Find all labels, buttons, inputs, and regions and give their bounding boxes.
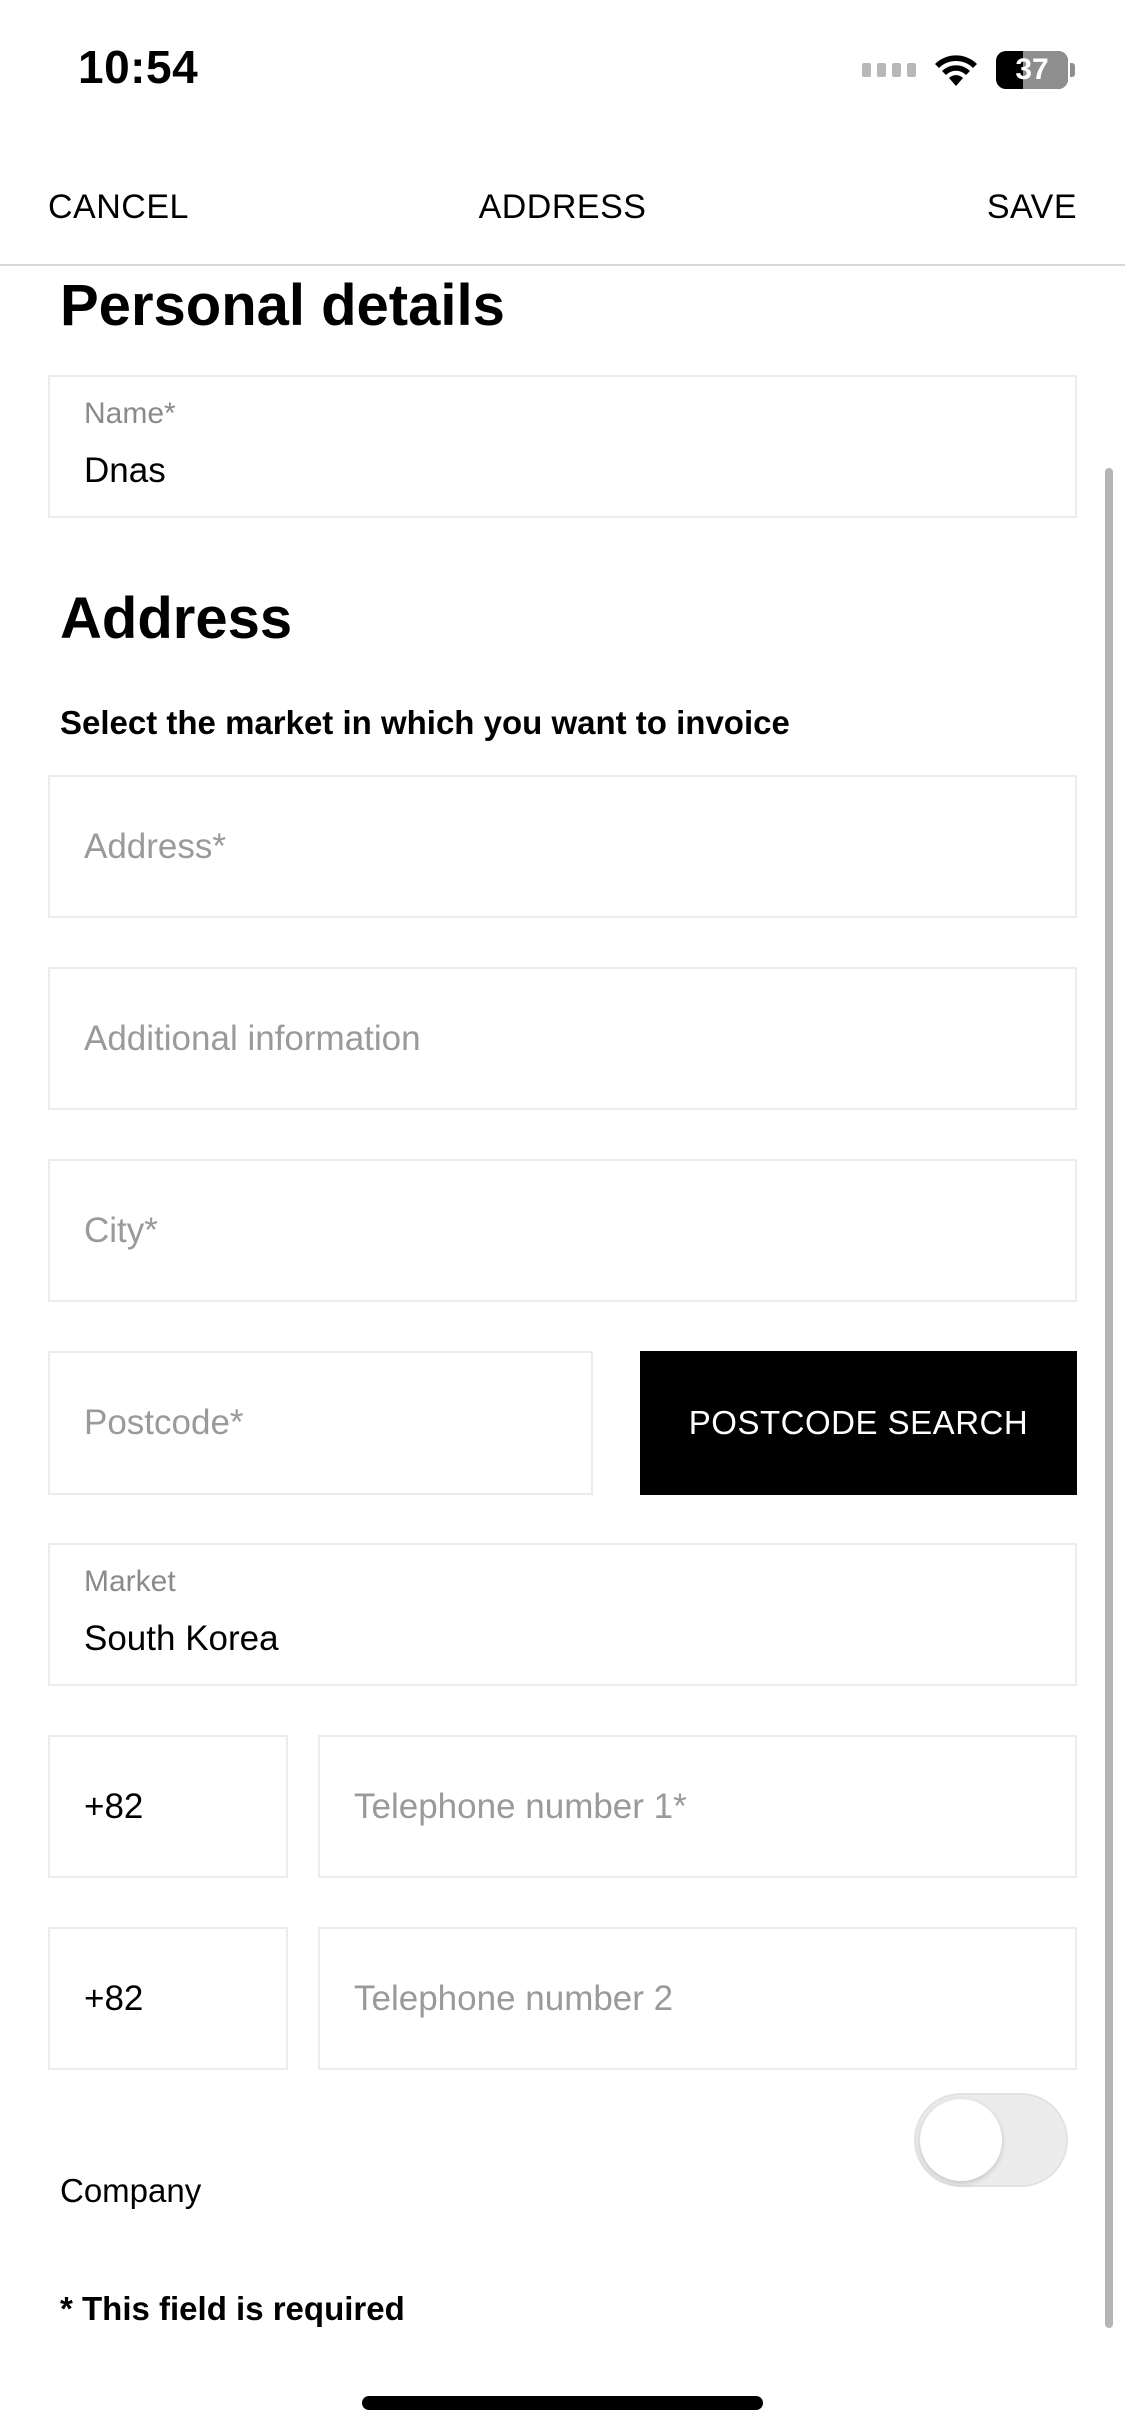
market-select[interactable]: Market South Korea [48, 1543, 1077, 1686]
phone1-country-code-value: +82 [84, 1786, 144, 1826]
required-field-note: * This field is required [60, 2290, 405, 2327]
market-select-label: Market [84, 1565, 176, 1598]
telephone-number-1-placeholder: Telephone number 1* [354, 1786, 687, 1826]
company-label: Company [60, 2172, 202, 2209]
personal-details-heading: Personal details [60, 273, 505, 338]
market-select-value: South Korea [84, 1619, 279, 1658]
telephone-number-2-placeholder: Telephone number 2 [354, 1978, 674, 2018]
status-bar: 10:54 37 [0, 0, 1125, 140]
postcode-field-placeholder: Postcode* [84, 1403, 244, 1442]
home-indicator[interactable] [362, 2396, 763, 2410]
city-field-placeholder: City* [84, 1210, 158, 1250]
address-field-placeholder: Address* [84, 826, 227, 866]
battery-icon: 37 [996, 51, 1068, 89]
market-instruction: Select the market in which you want to i… [60, 704, 790, 741]
postcode-field[interactable]: Postcode* [48, 1351, 593, 1495]
phone1-country-code[interactable]: +82 [48, 1735, 288, 1878]
cancel-button[interactable]: CANCEL [48, 188, 189, 227]
wifi-icon [935, 55, 977, 86]
battery-level: 37 [1015, 53, 1049, 86]
company-toggle-knob [920, 2099, 1002, 2181]
company-toggle[interactable] [914, 2093, 1068, 2187]
name-field-label: Name* [84, 397, 176, 430]
battery-cap [1070, 63, 1075, 77]
address-field[interactable]: Address* [48, 775, 1077, 918]
additional-information-placeholder: Additional information [84, 1018, 421, 1058]
city-field[interactable]: City* [48, 1159, 1077, 1302]
save-button[interactable]: SAVE [987, 188, 1077, 227]
telephone-number-2-field[interactable]: Telephone number 2 [318, 1927, 1077, 2070]
cellular-signal-icon [862, 63, 916, 77]
address-heading: Address [60, 586, 293, 651]
nav-bar: ADDRESS CANCEL SAVE [0, 160, 1125, 266]
telephone-number-1-field[interactable]: Telephone number 1* [318, 1735, 1077, 1878]
additional-information-field[interactable]: Additional information [48, 967, 1077, 1110]
scrollbar[interactable] [1105, 468, 1113, 2328]
name-field[interactable]: Name* Dnas [48, 375, 1077, 518]
phone2-country-code-value: +82 [84, 1978, 144, 2018]
status-time: 10:54 [78, 41, 199, 93]
postcode-search-button[interactable]: POSTCODE SEARCH [640, 1351, 1077, 1495]
status-icons: 37 [862, 48, 1075, 92]
name-field-value: Dnas [84, 451, 166, 490]
phone2-country-code[interactable]: +82 [48, 1927, 288, 2070]
address-screen: 10:54 37 ADDRESS CANCEL SAVE Personal de… [0, 0, 1125, 2436]
